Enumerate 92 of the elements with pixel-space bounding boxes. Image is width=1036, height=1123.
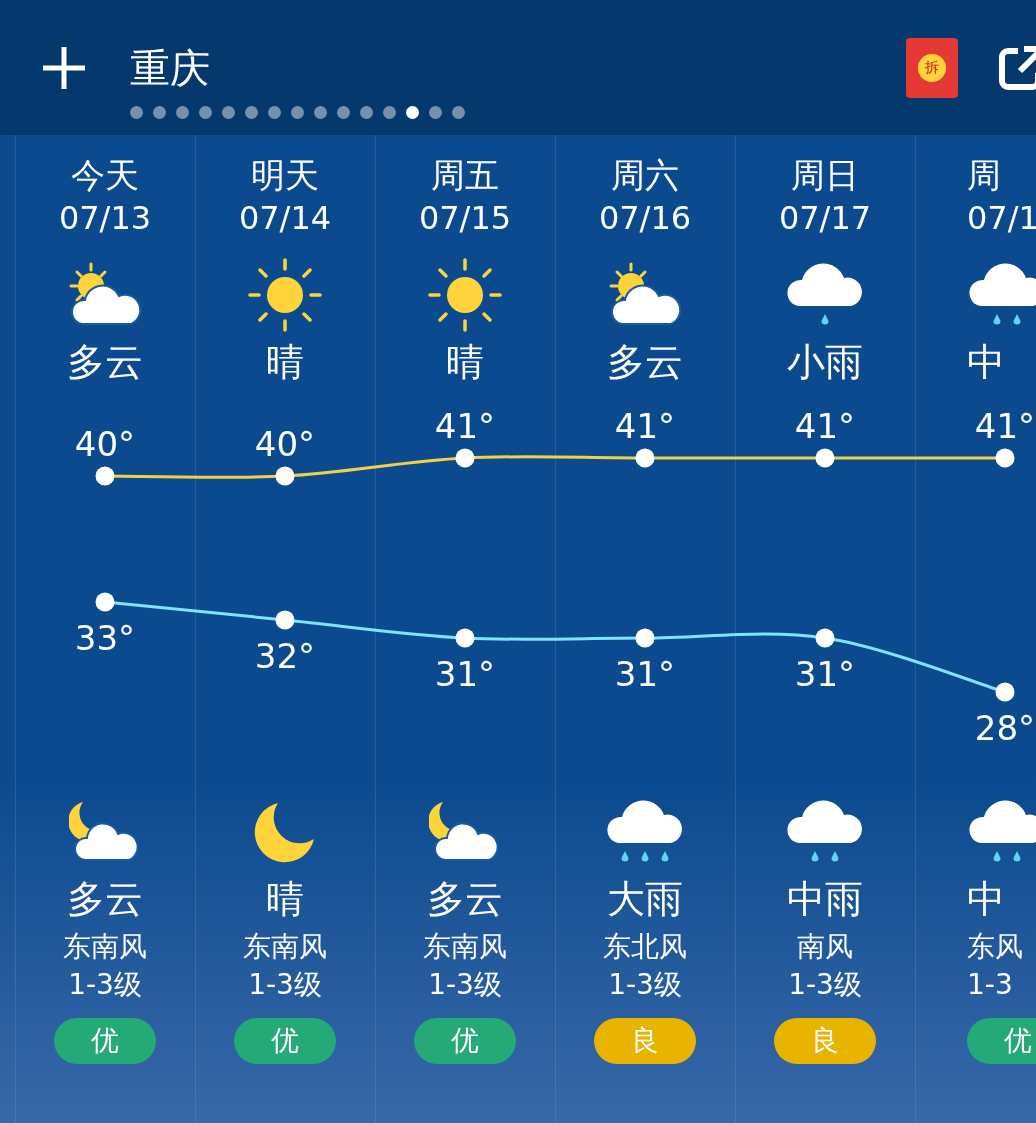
night-condition: 大雨 xyxy=(607,876,683,923)
data-point xyxy=(815,628,835,648)
page-dot[interactable] xyxy=(360,106,373,119)
wind-direction: 南风 xyxy=(797,929,853,965)
night-condition: 多云 xyxy=(427,876,503,923)
day-name: 周五 xyxy=(431,154,499,197)
sun-icon xyxy=(428,258,502,332)
data-point xyxy=(95,592,115,612)
temperature-label: 32° xyxy=(254,636,316,676)
day-name: 今天 xyxy=(71,154,139,197)
day-condition: 中 xyxy=(967,339,1005,386)
air-quality-badge: 优 xyxy=(414,1018,516,1064)
city-name: 重庆 xyxy=(130,43,210,93)
temperature-label: 40° xyxy=(74,424,136,464)
wind-level: 1-3级 xyxy=(608,967,682,1003)
data-point xyxy=(995,448,1015,468)
day-condition: 晴 xyxy=(446,339,484,386)
temperature-label: 41° xyxy=(794,406,856,446)
day-name: 周六 xyxy=(611,154,679,197)
day-condition: 小雨 xyxy=(787,339,863,386)
night-condition: 中 xyxy=(967,876,1005,923)
air-quality-badge: 优 xyxy=(54,1018,156,1064)
wind-level: 1-3 xyxy=(967,967,1013,1003)
night-condition: 中雨 xyxy=(787,876,863,923)
temperature-label: 31° xyxy=(614,654,676,694)
page-dot[interactable] xyxy=(153,106,166,119)
temperature-label: 31° xyxy=(434,654,496,694)
page-dot[interactable] xyxy=(291,106,304,119)
date: 07/15 xyxy=(418,198,512,239)
wind-direction: 东南风 xyxy=(423,929,507,965)
page-dot[interactable] xyxy=(130,106,143,119)
data-point xyxy=(815,448,835,468)
temperature-label: 31° xyxy=(794,654,856,694)
data-point xyxy=(275,610,295,630)
page-dot[interactable] xyxy=(383,106,396,119)
date: 07/13 xyxy=(58,198,152,239)
wind-level: 1-3级 xyxy=(428,967,502,1003)
date: 07/14 xyxy=(238,198,332,239)
data-point xyxy=(455,448,475,468)
data-point xyxy=(455,628,475,648)
page-dot[interactable] xyxy=(406,106,419,119)
temperature-label: 40° xyxy=(254,424,316,464)
data-point xyxy=(995,682,1015,702)
date: 07/17 xyxy=(778,198,872,239)
wind-direction: 东北风 xyxy=(603,929,687,965)
temperature-label: 41° xyxy=(434,406,496,446)
day-condition: 多云 xyxy=(607,339,683,386)
temperature-label: 41° xyxy=(614,406,676,446)
night-condition: 多云 xyxy=(67,876,143,923)
wind-level: 1-3级 xyxy=(788,967,862,1003)
air-quality-badge: 优 xyxy=(234,1018,336,1064)
temperature-label: 28° xyxy=(974,708,1036,748)
page-dot[interactable] xyxy=(337,106,350,119)
data-point xyxy=(635,448,655,468)
air-quality-badge: 良 xyxy=(774,1018,876,1064)
day-name: 明天 xyxy=(251,154,319,197)
wind-level: 1-3级 xyxy=(68,967,142,1003)
day-condition: 晴 xyxy=(266,339,304,386)
moon-cloud-icon xyxy=(69,800,141,864)
data-point xyxy=(95,466,115,486)
moon-cloud-icon xyxy=(429,800,501,864)
day-name: 周日 xyxy=(791,154,859,197)
sun-cloud-icon xyxy=(67,262,143,328)
sun-icon xyxy=(248,258,322,332)
page-dot[interactable] xyxy=(452,106,465,119)
add-icon[interactable] xyxy=(40,44,88,92)
page-dot[interactable] xyxy=(314,106,327,119)
page-dot[interactable] xyxy=(429,106,442,119)
air-quality-badge: 良 xyxy=(594,1018,696,1064)
data-point xyxy=(635,628,655,648)
temperature-label: 41° xyxy=(974,406,1036,446)
page-dot[interactable] xyxy=(176,106,189,119)
share-icon[interactable] xyxy=(998,45,1036,91)
wind-level: 1-3级 xyxy=(248,967,322,1003)
air-quality-badge: 优 xyxy=(967,1018,1036,1064)
page-dot[interactable] xyxy=(222,106,235,119)
night-condition: 晴 xyxy=(266,876,304,923)
wind-direction: 东南风 xyxy=(243,929,327,965)
coin-label: 拆 xyxy=(918,54,946,82)
sun-cloud-icon xyxy=(607,262,683,328)
page-dot[interactable] xyxy=(245,106,258,119)
wind-direction: 东风 xyxy=(967,929,1023,965)
envelope-icon[interactable]: 拆 xyxy=(906,38,958,98)
wind-direction: 东南风 xyxy=(63,929,147,965)
day-condition: 多云 xyxy=(67,339,143,386)
date: 07/16 xyxy=(598,198,692,239)
page-dot[interactable] xyxy=(199,106,212,119)
temperature-label: 33° xyxy=(74,618,136,658)
page-dot[interactable] xyxy=(268,106,281,119)
day-name: 周 xyxy=(967,154,1001,197)
date: 07/1 xyxy=(967,198,1036,239)
data-point xyxy=(275,466,295,486)
